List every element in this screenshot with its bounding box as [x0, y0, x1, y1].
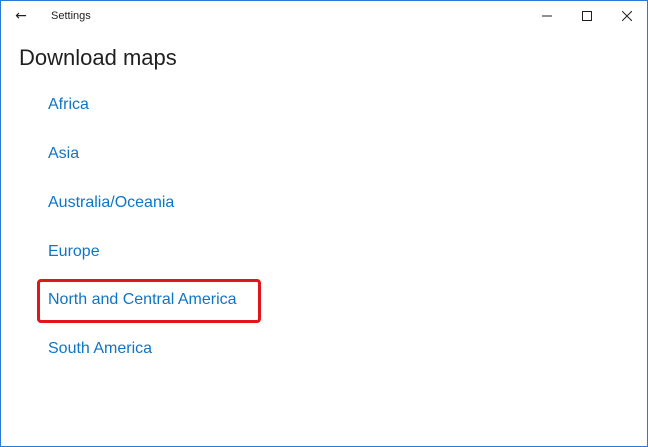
- region-link-south-america[interactable]: South America: [48, 340, 152, 358]
- app-title: Settings: [51, 10, 91, 22]
- close-icon: [622, 11, 632, 21]
- maximize-icon: [582, 11, 592, 21]
- page-title: Download maps: [19, 45, 177, 70]
- region-link-north-and-central-america[interactable]: North and Central America: [48, 291, 237, 309]
- window-controls: [527, 1, 647, 31]
- region-link-asia[interactable]: Asia: [48, 145, 79, 163]
- minimize-button[interactable]: [527, 1, 567, 31]
- close-button[interactable]: [607, 1, 647, 31]
- maximize-button[interactable]: [567, 1, 607, 31]
- region-link-europe[interactable]: Europe: [48, 243, 100, 261]
- title-bar: ← Settings: [1, 1, 647, 31]
- minimize-icon: [542, 15, 552, 17]
- back-arrow-icon: ←: [15, 8, 27, 24]
- region-link-australia-oceania[interactable]: Australia/Oceania: [48, 194, 174, 212]
- settings-window: ← Settings Download maps Africa Asia Aus…: [0, 0, 648, 447]
- region-link-africa[interactable]: Africa: [48, 96, 89, 114]
- back-button[interactable]: ←: [1, 1, 41, 31]
